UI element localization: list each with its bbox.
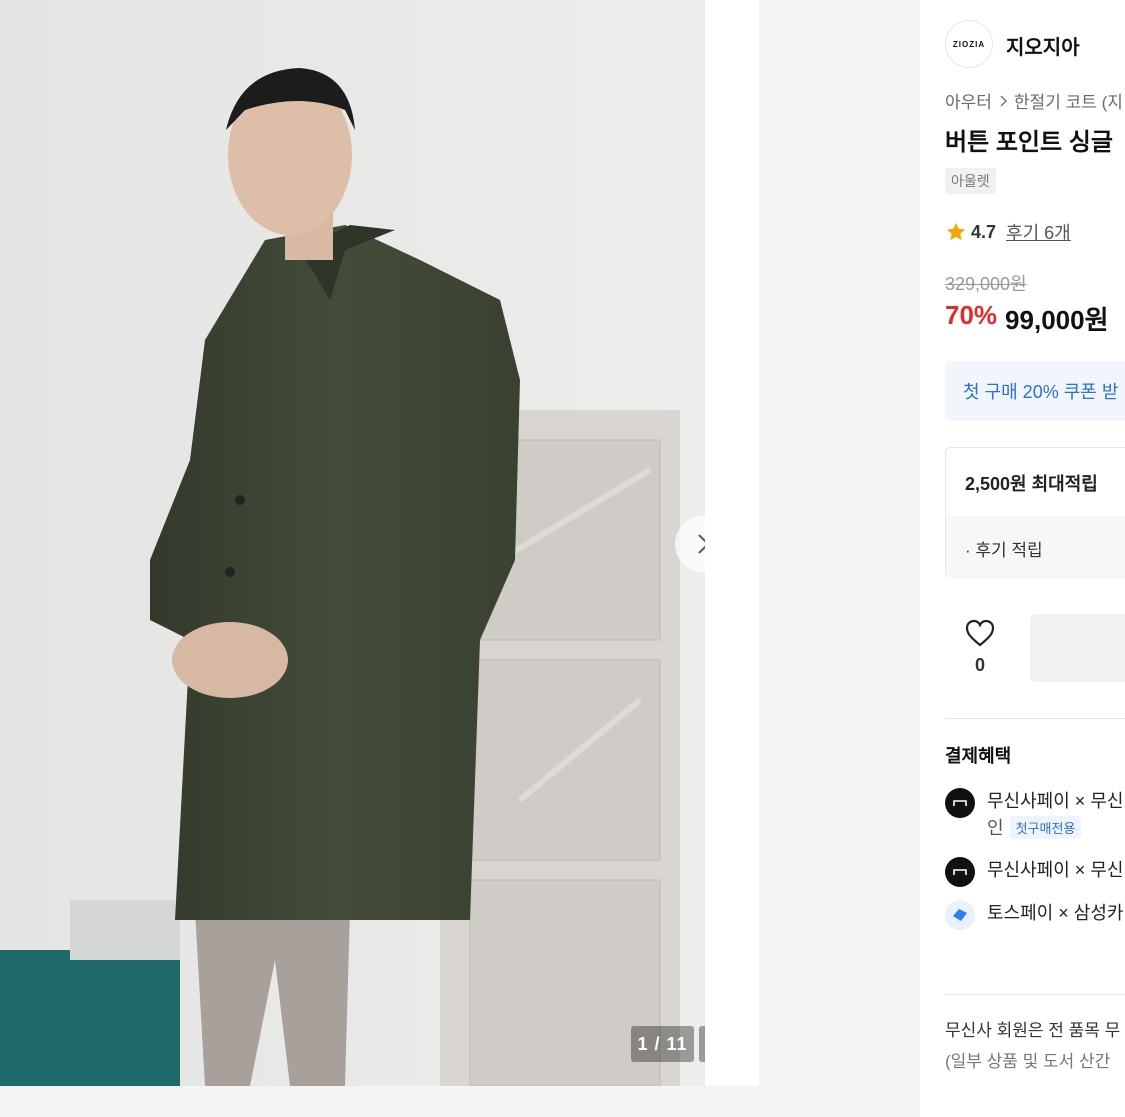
like-button[interactable]: 0: [960, 618, 1000, 676]
payment-benefit-text: 무신사페이 × 무신: [987, 791, 1124, 811]
heart-icon: [965, 619, 995, 647]
gallery-gap: [705, 0, 759, 1086]
points-detail: · 후기 적립: [946, 516, 1125, 579]
points-header[interactable]: 2,500원 최대적립: [946, 448, 1125, 517]
product-photo: [0, 0, 705, 1086]
reviews-link[interactable]: 후기 6개: [1006, 219, 1071, 245]
product-info-panel: ZIOZIA 지오지아 아우터 한절기 코트 (지 버튼 포인트 싱글 아울렛 …: [920, 0, 1125, 1117]
divider: [945, 718, 1125, 719]
chevron-right-icon: [698, 534, 705, 554]
rating-row: 4.7 후기 6개: [945, 219, 1071, 245]
payment-benefit-text: 무신사페이 × 무신: [987, 860, 1124, 880]
payment-benefits-title: 결제혜택: [945, 746, 1012, 766]
sale-price: 99,000원: [1005, 305, 1109, 335]
rating-score: 4.7: [971, 221, 997, 242]
purchase-button[interactable]: [1030, 614, 1125, 682]
sale-price-row: 70% 99,000원: [945, 300, 1109, 337]
breadcrumb-item-outer[interactable]: 아우터: [945, 88, 992, 113]
payment-benefit-row[interactable]: 토스페이 × 삼성카: [945, 900, 1123, 930]
member-notice: 무신사 회원은 전 품목 무: [945, 1021, 1121, 1040]
breadcrumb: 아우터 한절기 코트 (지: [945, 88, 1123, 113]
discount-rate: 70%: [945, 300, 998, 330]
outlet-tag: 아울렛: [945, 168, 996, 194]
payment-benefit-sub: 인 첫구매전용: [987, 814, 1123, 840]
divider: [945, 994, 1125, 995]
payment-benefit-text: 토스페이 × 삼성카: [987, 903, 1124, 923]
breadcrumb-item-coat[interactable]: 한절기 코트 (지: [1014, 88, 1123, 113]
brand-logo[interactable]: ZIOZIA: [945, 20, 993, 68]
like-count: 0: [974, 655, 985, 675]
first-purchase-badge: 첫구매전용: [1009, 815, 1082, 839]
product-image-gallery[interactable]: 1 / 11: [0, 0, 705, 1086]
toss-pay-icon: [945, 900, 975, 930]
points-box: 2,500원 최대적립 · 후기 적립: [945, 447, 1125, 579]
image-counter: 1 / 11: [631, 1026, 694, 1062]
member-notice-sub: (일부 상품 및 도서 산간: [945, 1052, 1111, 1071]
brand-name-link[interactable]: 지오지아: [1006, 31, 1080, 60]
original-price: 329,000원: [945, 274, 1027, 294]
review-points-item: · 후기 적립: [965, 541, 1043, 560]
page-gutter: [759, 0, 920, 1117]
payment-benefit-row[interactable]: 무신사페이 × 무신 인 첫구매전용: [945, 788, 1123, 840]
star-icon: [946, 222, 966, 241]
product-title: 버튼 포인트 싱글: [945, 129, 1113, 156]
payment-benefit-sub-text: 인: [987, 818, 1004, 838]
chevron-right-icon: [1000, 94, 1007, 107]
page-bottom-strip: [0, 1086, 920, 1117]
payment-benefit-row[interactable]: 무신사페이 × 무신: [945, 857, 1123, 887]
musinsa-pay-icon: [945, 788, 975, 818]
points-title: 2,500원 최대적립: [965, 474, 1098, 494]
first-purchase-coupon-button[interactable]: 첫 구매 20% 쿠폰 받: [945, 361, 1125, 421]
coupon-text: 첫 구매 20% 쿠폰 받: [963, 382, 1119, 402]
musinsa-pay-icon: [945, 857, 975, 887]
